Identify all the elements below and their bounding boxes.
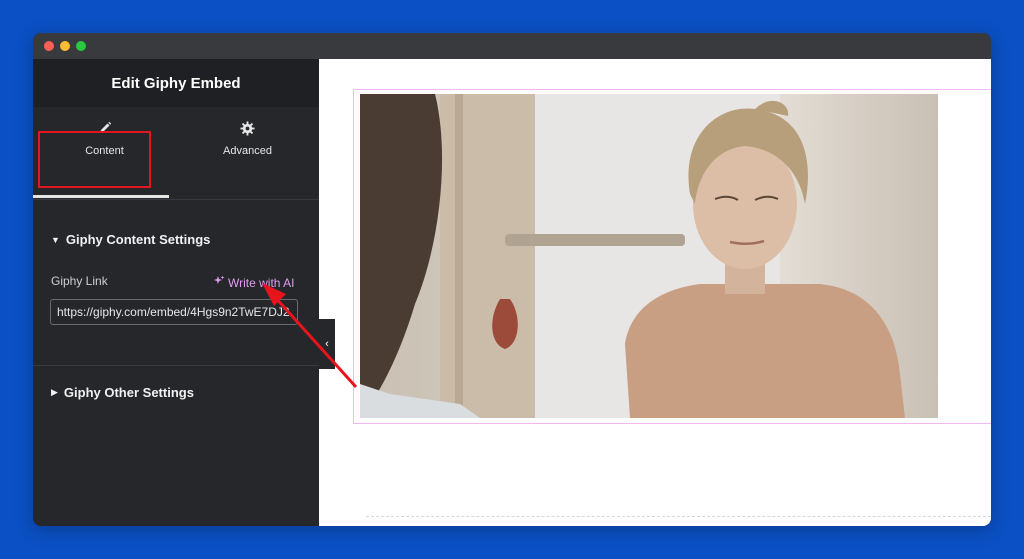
section-header-other-settings[interactable]: ▶ Giphy Other Settings [51,385,194,400]
giphy-embed-preview[interactable] [360,94,938,418]
browser-window: Edit Giphy Embed Content Advanced ▼ Giph… [33,33,991,526]
panel-title: Edit Giphy Embed [33,59,319,107]
tab-content[interactable]: Content [33,107,176,199]
section-header-content-settings[interactable]: ▼ Giphy Content Settings [51,232,210,247]
caret-down-icon: ▼ [51,234,60,245]
close-window-button[interactable] [44,41,54,51]
section-title-content-settings: Giphy Content Settings [65,232,211,247]
gif-frame-image [360,94,938,418]
caret-right-icon: ▶ [51,387,58,397]
write-with-ai-button[interactable]: Write with AI [213,275,294,290]
add-section-drop-zone[interactable] [366,516,991,526]
window-titlebar [33,33,991,59]
maximize-window-button[interactable] [76,41,86,51]
editor-panel: Edit Giphy Embed Content Advanced ▼ Giph… [33,59,319,526]
tab-advanced[interactable]: Advanced [176,107,319,199]
collapse-panel-button[interactable]: ‹ [319,319,335,369]
giphy-link-label: Giphy Link [51,274,108,288]
sparkle-icon [213,275,225,290]
active-tab-indicator [33,195,169,198]
giphy-link-input[interactable] [50,299,298,325]
panel-tabs: Content Advanced [33,107,319,200]
preview-canvas [319,59,991,526]
chevron-left-icon: ‹ [325,338,329,350]
minimize-window-button[interactable] [60,41,70,51]
write-with-ai-label: Write with AI [228,275,295,290]
highlight-box [38,131,151,188]
section-divider [33,365,319,366]
gear-icon [176,121,319,141]
tab-advanced-label: Advanced [223,145,272,157]
section-title-other-settings: Giphy Other Settings [63,385,194,400]
